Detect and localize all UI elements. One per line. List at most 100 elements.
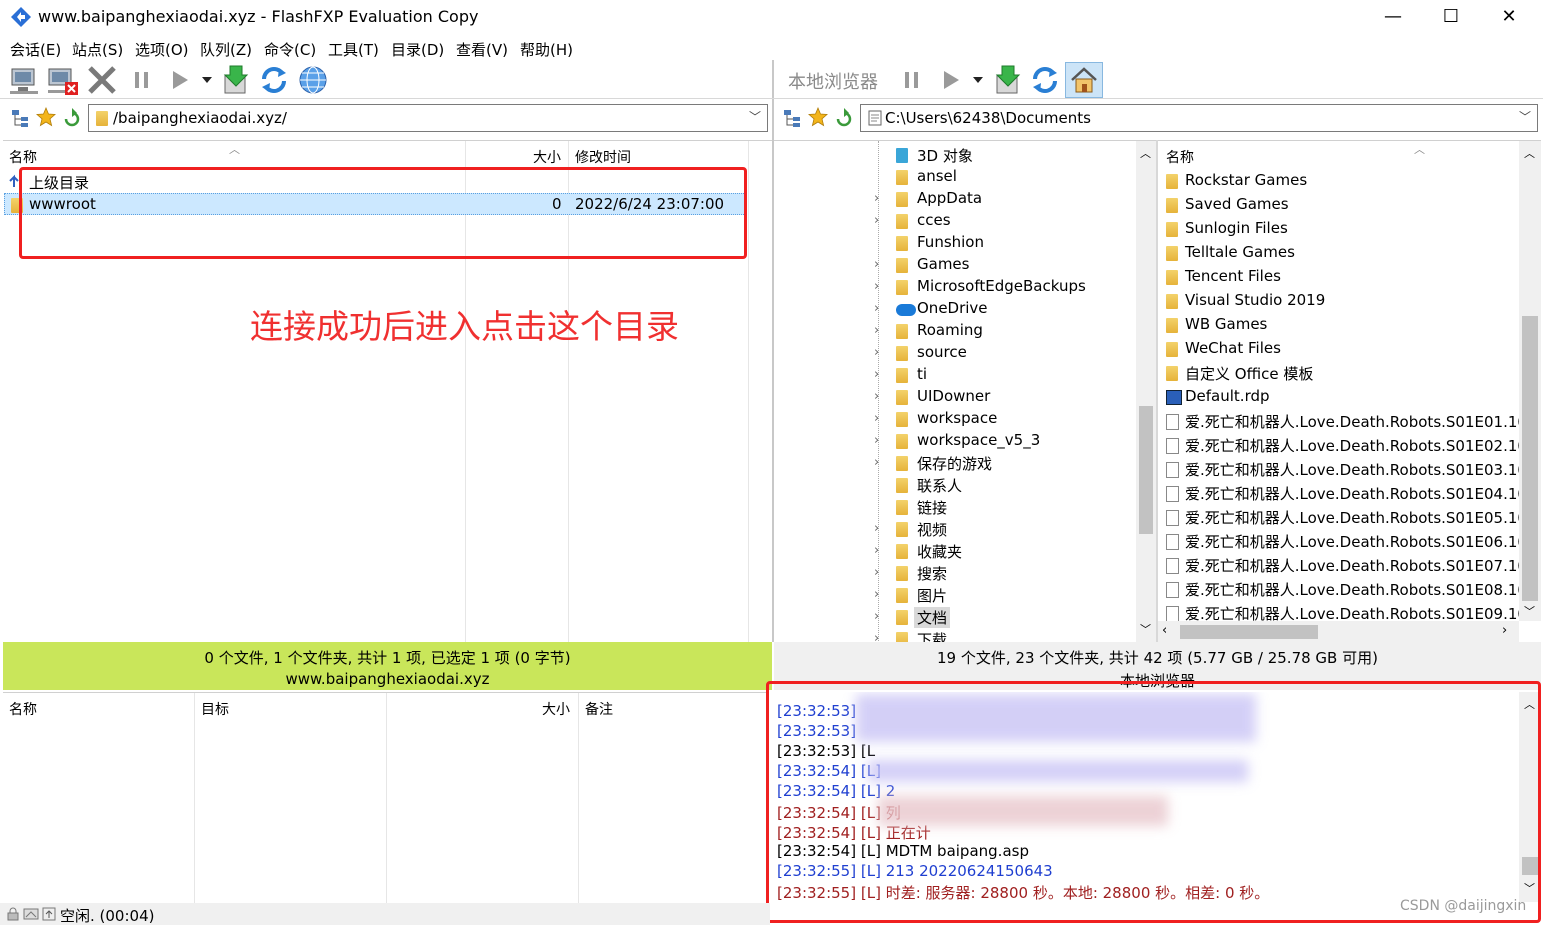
close-button[interactable]: ✕ [1480,0,1538,36]
tree-expander-icon[interactable]: › [874,411,879,426]
tree-item[interactable]: 保存的游戏 [917,453,992,474]
list-item[interactable]: 爱.死亡和机器人.Love.Death.Robots.S01E04.10 [1185,483,1527,504]
tree-expander-icon[interactable]: › [874,257,879,272]
list-item[interactable]: Telltale Games [1185,243,1295,261]
right-favorites-star-icon[interactable] [808,107,828,127]
local-folder-tree[interactable]: 3D 对象 ansel › AppData › cces Funshion › Games › Mi… [774,140,1156,642]
tree-item[interactable]: workspace_v5_3 [917,431,1040,449]
list-item[interactable]: Sunlogin Files [1185,219,1288,237]
right-tree-toggle-icon[interactable] [782,108,802,128]
menu-queue[interactable]: 队列(Z) [200,39,252,60]
queue-list[interactable]: 名称 目标 大小 备注 [3,692,767,903]
refresh-icon[interactable] [257,63,291,97]
right-play-dropdown-icon[interactable] [971,74,985,86]
pause-icon[interactable] [125,63,159,97]
local-path-combobox[interactable]: C:\Users\62438\Documents ﹀ [860,104,1538,132]
list-item[interactable]: Tencent Files [1185,267,1281,285]
queue-col-target[interactable]: 目标 [201,699,229,719]
globe-icon[interactable] [296,63,330,97]
tree-item[interactable]: MicrosoftEdgeBackups [917,277,1086,295]
col-modified-header[interactable]: 修改时间 [575,147,631,167]
right-play-icon[interactable] [934,63,968,97]
tree-item[interactable]: Funshion [917,233,984,251]
menu-directory[interactable]: 目录(D) [391,39,444,60]
list-item[interactable]: 自定义 Office 模板 [1185,363,1313,384]
tree-item[interactable]: 视频 [917,519,947,540]
menu-session[interactable]: 会话(E) [10,39,61,60]
list-item[interactable]: Default.rdp [1185,387,1270,405]
tree-expander-icon[interactable]: › [874,301,879,316]
queue-col-size[interactable]: 大小 [542,699,570,719]
remote-path-combobox[interactable]: /baipanghexiaodai.xyz/ ﹀ [88,104,768,132]
tree-item[interactable]: Roaming [917,321,983,339]
tree-expander-icon[interactable]: › [874,323,879,338]
scroll-right-icon[interactable]: › [1502,623,1507,638]
tree-item[interactable]: 链接 [917,497,947,518]
local-col-name-header[interactable]: 名称 [1166,147,1194,167]
tree-item[interactable]: UIDowner [917,387,990,405]
tree-expander-icon[interactable]: › [874,631,879,642]
list-item[interactable]: Rockstar Games [1185,171,1307,189]
tree-item[interactable]: 联系人 [917,475,962,496]
list-item[interactable]: WB Games [1185,315,1267,333]
tree-item[interactable]: 文档 [914,607,951,628]
home-button[interactable] [1065,62,1103,98]
tree-item[interactable]: workspace [917,409,997,427]
connect-icon[interactable] [8,63,42,97]
list-item[interactable]: 爱.死亡和机器人.Love.Death.Robots.S01E08.10 [1185,579,1527,600]
tree-expander-icon[interactable]: › [874,191,879,206]
chevron-down-icon[interactable]: ﹀ [749,108,761,125]
up-directory-icon[interactable] [62,107,82,127]
menu-help[interactable]: 帮助(H) [520,39,573,60]
list-item[interactable]: 爱.死亡和机器人.Love.Death.Robots.S01E02.10 [1185,435,1527,456]
list-scroll-down-icon[interactable]: ﹀ [1524,603,1535,619]
tree-item[interactable]: cces [917,211,951,229]
scroll-left-icon[interactable]: ‹ [1162,623,1167,638]
disconnect-icon[interactable] [46,63,80,97]
tree-expander-icon[interactable]: › [874,279,879,294]
tree-expander-icon[interactable]: › [874,367,879,382]
menu-sites[interactable]: 站点(S) [72,39,123,60]
tree-expander-icon[interactable]: › [874,543,879,558]
play-icon[interactable] [163,63,197,97]
local-path-text[interactable]: C:\Users\62438\Documents [885,109,1091,127]
list-item[interactable]: 爱.死亡和机器人.Love.Death.Robots.S01E05.10 [1185,507,1527,528]
tree-item[interactable]: 3D 对象 [917,145,973,166]
list-scroll-thumb[interactable] [1522,316,1538,601]
tree-item[interactable]: 搜索 [917,563,947,584]
tree-expander-icon[interactable]: › [874,433,879,448]
list-item[interactable]: 爱.死亡和机器人.Love.Death.Robots.S01E06.10 [1185,531,1527,552]
scroll-up-icon[interactable]: ︿ [1140,145,1151,161]
scroll-down-icon[interactable]: ﹀ [1140,621,1151,637]
tree-item[interactable]: 下载 [917,629,947,642]
col-name-header[interactable]: 名称 [9,147,37,167]
tree-item[interactable]: Games [917,255,969,273]
tree-item[interactable]: AppData [917,189,982,207]
file-list-scrollbar[interactable]: ︿ ﹀ [1519,141,1541,621]
tree-item[interactable]: 收藏夹 [917,541,962,562]
list-item[interactable]: 爱.死亡和机器人.Love.Death.Robots.S01E03.10 [1185,459,1527,480]
local-file-list[interactable]: 名称 ︿ Rockstar Games Saved Games Sunlogin F… [1158,140,1541,642]
scroll-thumb[interactable] [1139,406,1153,534]
play-dropdown-icon[interactable] [200,74,214,86]
right-refresh-icon[interactable] [1028,63,1062,97]
menu-tools[interactable]: 工具(T) [328,39,379,60]
list-item[interactable]: WeChat Files [1185,339,1281,357]
minimize-button[interactable]: — [1364,0,1422,36]
maximize-button[interactable]: ☐ [1422,0,1480,36]
tree-expander-icon[interactable]: › [874,565,879,580]
tree-item[interactable]: OneDrive [917,299,988,317]
col-size-header[interactable]: 大小 [533,147,561,167]
list-scroll-up-icon[interactable]: ︿ [1524,145,1535,161]
tree-scrollbar[interactable]: ︿ ﹀ [1136,141,1156,642]
menu-commands[interactable]: 命令(C) [264,39,316,60]
menu-options[interactable]: 选项(O) [135,39,189,60]
right-up-directory-icon[interactable] [834,107,854,127]
queue-col-name[interactable]: 名称 [9,699,37,719]
tree-item[interactable]: ti [917,365,927,383]
abort-icon[interactable] [85,63,119,97]
tree-expander-icon[interactable]: › [874,213,879,228]
list-item[interactable]: 爱.死亡和机器人.Love.Death.Robots.S01E07.10 [1185,555,1527,576]
tree-item[interactable]: source [917,343,967,361]
tree-expander-icon[interactable]: › [874,389,879,404]
